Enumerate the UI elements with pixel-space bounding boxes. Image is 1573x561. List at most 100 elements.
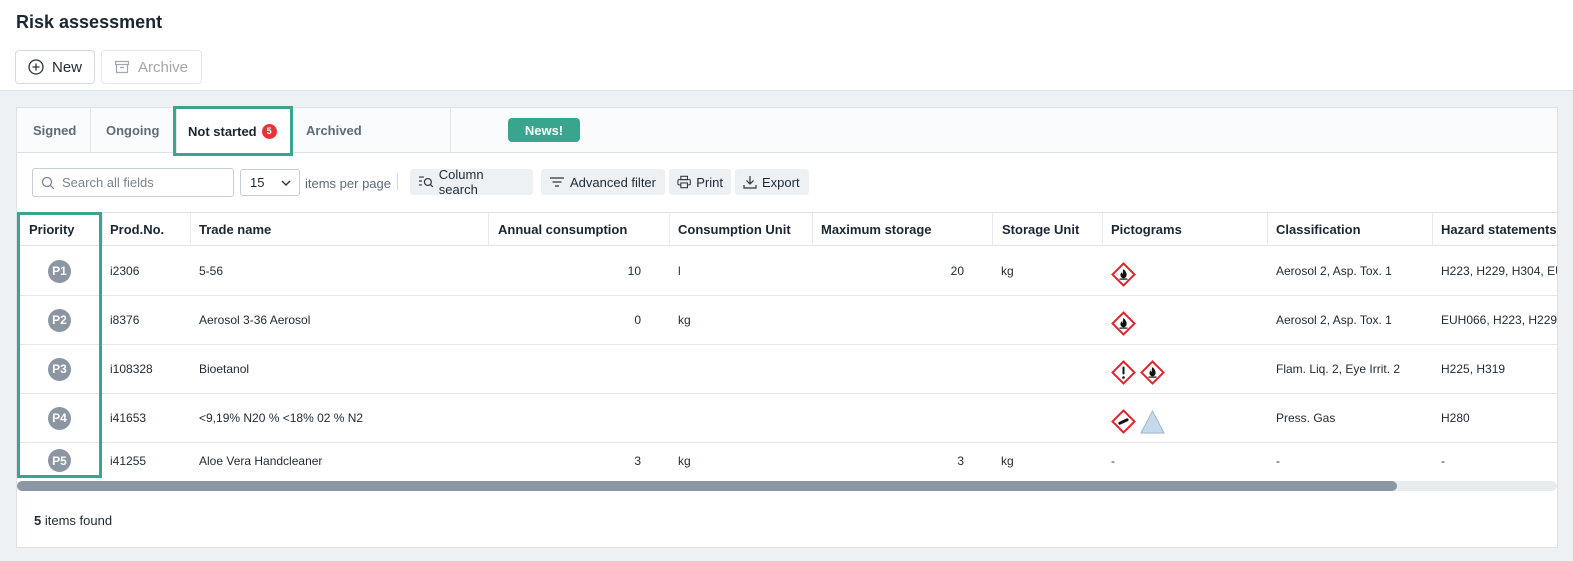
flame-pictogram [1111,261,1136,287]
pictogram-group [1111,403,1165,434]
cell-storage-unit [993,345,1103,393]
scrollbar-thumb[interactable] [17,481,1397,491]
cell-text: kg [678,313,691,327]
priority-badge: P3 [48,357,71,381]
risk-table: Priority Prod.No. Trade name Annual cons… [17,212,1557,477]
table-row[interactable]: P2 i8376 Aerosol 3-36 Aerosol 0 kg Aerosol 2,… [17,296,1557,345]
chevron-down-icon [281,180,291,186]
cell-text: kg [678,453,691,468]
pictogram-group [1111,354,1165,385]
filter-lines-icon [550,177,564,187]
search-input[interactable] [62,175,222,190]
cell-annual: 10 [489,247,670,295]
column-header-hazard-statements[interactable]: Hazard statements [1433,213,1557,246]
archive-box-icon [114,60,130,74]
news-button[interactable]: News! [508,118,580,142]
cell-text: kg [1001,453,1014,468]
cell-pictograms [1103,247,1268,295]
priority-badge: P1 [48,259,71,283]
cell-cons-unit: l [670,247,813,295]
items-found-label: items found [41,513,113,528]
print-button[interactable]: Print [669,169,731,195]
cell-priority: P2 [17,296,103,344]
column-header-maximum-storage[interactable]: Maximum storage [813,213,993,246]
table-toolbar: 15 items per page Column search Advanced… [17,154,1557,212]
items-found-summary: 5 items found [34,513,112,528]
column-header-prod-no[interactable]: Prod.No. [103,213,191,246]
flame-pictogram [1111,310,1136,336]
per-page-value: 15 [250,175,265,190]
cell-text: i2306 [110,264,140,278]
new-button-label: New [52,58,83,76]
table-row[interactable]: P5 i41255 Aloe Vera Handcleaner 3 kg 3 kg - - - [17,443,1557,477]
cell-prod-no: i41653 [103,394,191,442]
column-search-button[interactable]: Column search [410,167,533,197]
cell-text: 10 [627,264,641,278]
tab-ongoing[interactable]: Ongoing [91,108,177,153]
cell-text: EUH066, H223, H229, [1441,313,1557,327]
cell-text: H280 [1441,411,1470,425]
tab-archived-label: Archived [306,123,362,138]
risk-assessment-panel: Signed Ongoing Not started 5 Archived Ne… [16,106,1558,548]
table-row[interactable]: P3 i108328 Bioetanol Flam. Liq. 2, Eye Irri… [17,345,1557,394]
table-row[interactable]: P4 i41653 <9,19% N20 % <18% 02 % N2 Press. … [17,394,1557,443]
advanced-filter-button[interactable]: Advanced filter [541,169,665,195]
gas-cylinder-pictogram [1111,408,1136,434]
column-header-consumption-unit[interactable]: Consumption Unit [670,213,813,246]
tab-not-started[interactable]: Not started 5 [177,108,292,154]
cell-max-storage [813,345,993,393]
tab-signed[interactable]: Signed [17,108,91,153]
archive-button[interactable]: Archive [101,50,202,84]
column-header-priority[interactable]: Priority [17,213,103,246]
cell-text: - [1276,453,1280,468]
cell-pictograms [1103,394,1268,442]
horizontal-scrollbar[interactable] [17,481,1557,491]
advanced-filter-label: Advanced filter [570,174,656,190]
cell-prod-no: i108328 [103,345,191,393]
tab-archived[interactable]: Archived [292,108,451,153]
cell-pictograms: - [1103,443,1268,477]
triangle-pictogram [1140,409,1165,433]
column-header-trade-name[interactable]: Trade name [191,213,489,246]
cell-text: Bioetanol [199,362,250,376]
cell-pictograms [1103,296,1268,344]
cell-text: i41255 [110,453,147,468]
column-header-storage-unit[interactable]: Storage Unit [993,213,1103,246]
table-header-row: Priority Prod.No. Trade name Annual cons… [17,213,1557,246]
cell-cons-unit [670,345,813,393]
table-row[interactable]: P1 i2306 5-56 10 l 20 kg Aerosol 2, Asp. Tox. 1… [17,247,1557,296]
cell-hazard: H280 [1433,394,1557,442]
tab-signed-label: Signed [33,123,77,138]
priority-badge: P4 [48,406,71,430]
new-button[interactable]: New [15,50,95,84]
exclamation-pictogram [1111,359,1136,385]
per-page-select[interactable]: 15 [240,169,300,196]
cell-prod-no: i8376 [103,296,191,344]
search-field[interactable] [32,168,234,197]
pictogram-group [1111,256,1136,287]
cell-cons-unit: kg [670,443,813,477]
export-button[interactable]: Export [735,169,809,195]
cell-text: l [678,264,681,278]
column-header-classification[interactable]: Classification [1268,213,1433,246]
per-page-label: items per page [305,176,391,191]
column-header-annual-consumption[interactable]: Annual consumption [489,213,670,246]
cell-text: Aloe Vera Handcleaner [199,453,323,468]
cell-classification: Press. Gas [1268,394,1433,442]
cell-storage-unit [993,394,1103,442]
cell-storage-unit [993,296,1103,344]
count-badge: 5 [261,123,277,139]
cell-classification: - [1268,443,1433,477]
cell-text: kg [1001,264,1014,278]
cell-classification: Aerosol 2, Asp. Tox. 1 [1268,296,1433,344]
cell-max-storage [813,394,993,442]
cell-text: 20 [950,264,964,278]
cell-pictograms [1103,345,1268,393]
cell-storage-unit: kg [993,443,1103,477]
printer-icon [677,175,691,189]
cell-storage-unit: kg [993,247,1103,295]
pictogram-group [1111,305,1136,336]
cell-priority: P4 [17,394,103,442]
column-header-pictograms[interactable]: Pictograms [1103,213,1268,246]
archive-button-label: Archive [138,58,189,76]
